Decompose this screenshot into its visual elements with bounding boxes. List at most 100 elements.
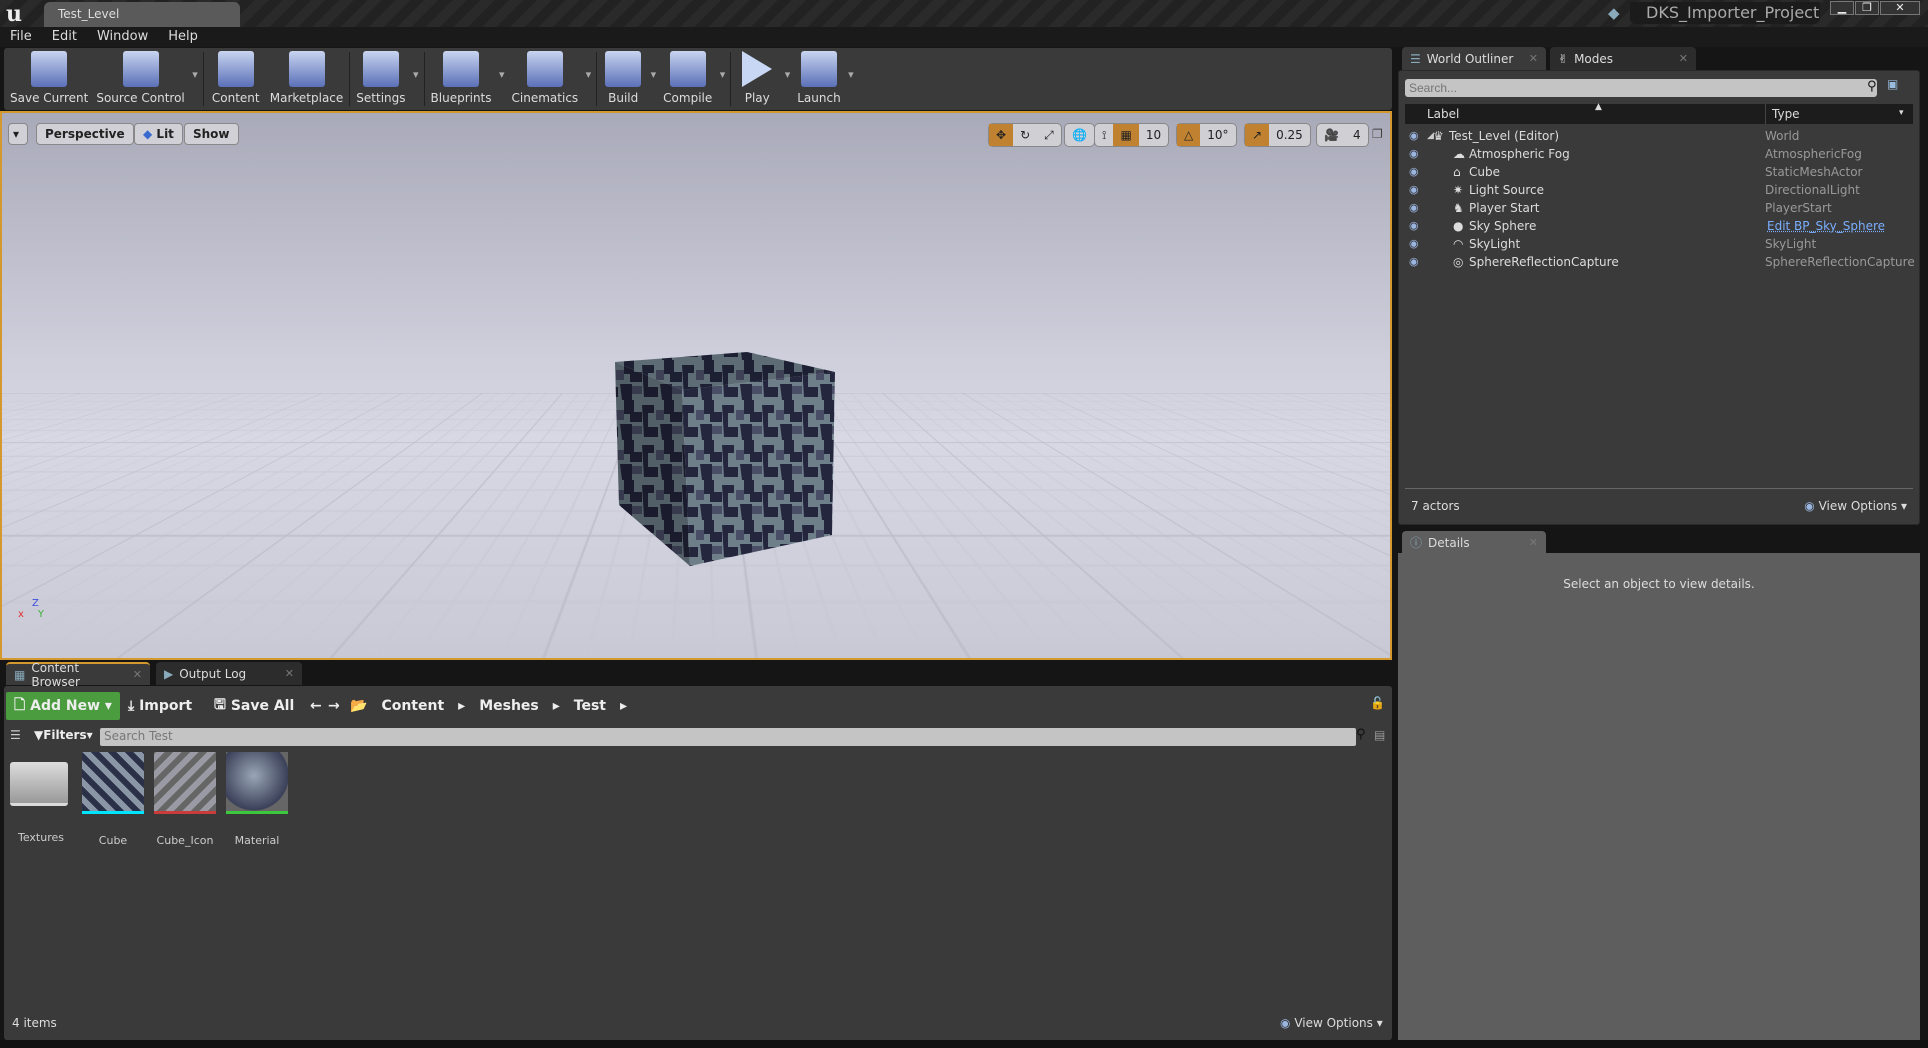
asset-tile[interactable]: Textures <box>10 752 70 844</box>
viewport-options-button[interactable]: ▾ <box>8 123 28 145</box>
outliner-row[interactable]: ◉ ✷ Light Source DirectionalLight <box>1405 183 1913 201</box>
camera-speed[interactable]: 🎥 4 <box>1316 123 1369 147</box>
menu-file[interactable]: File <box>0 27 42 47</box>
world-outliner: ⚲ ▣ Label ▲ Type ▾ ◉◢♛Test_Level (Editor… <box>1398 70 1920 525</box>
compile-button[interactable]: Compile <box>659 48 728 110</box>
view-options-button[interactable]: ◉ View Options ▾ <box>1804 499 1907 513</box>
close-button[interactable]: ✕ <box>1880 1 1920 15</box>
visibility-eye-icon[interactable]: ◉ <box>1409 255 1419 268</box>
translate-icon[interactable]: ✥ <box>989 124 1014 146</box>
asset-tile[interactable]: Material <box>226 752 288 847</box>
scale-snap-value[interactable]: 0.25 <box>1269 124 1310 146</box>
surface-snap-icon[interactable]: ⟟ <box>1095 124 1113 146</box>
menu-window[interactable]: Window <box>87 27 158 47</box>
close-icon[interactable]: ✕ <box>133 668 142 681</box>
rotation-snap-value[interactable]: 10° <box>1200 124 1235 146</box>
lit-button[interactable]: ◆ Lit <box>134 123 183 145</box>
breadcrumb-test[interactable]: Test <box>574 698 606 714</box>
asset-tile[interactable]: Cube_Icon <box>154 752 216 847</box>
visibility-eye-icon[interactable]: ◉ <box>1409 129 1419 142</box>
scale-icon[interactable]: ⤢ <box>1037 124 1061 146</box>
outliner-row[interactable]: ◉ ◠ SkyLight SkyLight <box>1405 237 1913 255</box>
breadcrumb-separator[interactable]: ▸ <box>553 698 560 714</box>
level-tab[interactable]: Test_Level <box>44 2 240 27</box>
build-button[interactable]: Build <box>599 48 659 110</box>
lock-icon[interactable]: 🔓 <box>1370 696 1385 710</box>
build-icon <box>605 51 642 87</box>
outliner-row[interactable]: ◉ ☁ Atmospheric Fog AtmosphericFog <box>1405 147 1913 165</box>
visibility-eye-icon[interactable]: ◉ <box>1409 165 1419 178</box>
details-empty-message: Select an object to view details. <box>1563 577 1755 591</box>
maximize-button[interactable]: ❐ <box>1855 1 1879 15</box>
breadcrumb-meshes[interactable]: Meshes <box>479 698 539 714</box>
content-search-input[interactable]: Search Test <box>100 728 1356 746</box>
level-viewport[interactable]: ▾ Perspective ◆ Lit Show ✥ ↻ ⤢ 🌐 ⟟ ▦ 10 … <box>0 111 1392 660</box>
view-options-button[interactable]: ◉ View Options ▾ <box>1280 1016 1383 1030</box>
save-current-button[interactable]: Save Current <box>6 48 92 110</box>
content-browser: 🗋 Add New ▾ ⤓ Import 🖫 Save All ← → 📂 Co… <box>4 686 1392 1040</box>
world-local-toggle[interactable]: 🌐 <box>1064 123 1095 147</box>
filters-button[interactable]: ▼Filters▾ <box>34 728 93 742</box>
visibility-eye-icon[interactable]: ◉ <box>1409 219 1419 232</box>
menu-help[interactable]: Help <box>158 27 208 47</box>
outliner-row[interactable]: ◉ ◢ ♛ Test_Level (Editor) World <box>1405 129 1913 147</box>
source-control-button[interactable]: Source Control <box>92 48 200 110</box>
visibility-eye-icon[interactable]: ◉ <box>1409 183 1419 196</box>
rotate-icon[interactable]: ↻ <box>1013 124 1037 146</box>
visibility-eye-icon[interactable]: ◉ <box>1409 147 1419 160</box>
asset-tile[interactable]: Cube <box>82 752 144 847</box>
outliner-row[interactable]: ◉ ♞ Player Start PlayerStart <box>1405 201 1913 219</box>
scale-snap-icon[interactable]: ↗ <box>1245 124 1270 146</box>
maximize-viewport-icon[interactable]: ❐ <box>1372 127 1383 141</box>
rotation-snap: △ 10° <box>1176 123 1237 147</box>
search-icon[interactable]: ⚲ <box>1867 79 1877 94</box>
sources-toggle-icon[interactable]: ☰ <box>10 728 21 742</box>
cinematics-button[interactable]: Cinematics <box>508 48 595 110</box>
tab-modes[interactable]: ✌ Modes ✕ <box>1550 47 1696 70</box>
column-type[interactable]: Type <box>1765 104 1806 124</box>
add-folder-icon[interactable]: ▣ <box>1887 77 1898 91</box>
grid-snap-value[interactable]: 10 <box>1139 124 1168 146</box>
visibility-eye-icon[interactable]: ◉ <box>1409 201 1419 214</box>
tab-output-log[interactable]: ▶ Output Log ✕ <box>156 662 302 685</box>
settings-button[interactable]: Settings <box>352 48 421 110</box>
column-options-icon[interactable]: ▾ <box>1899 108 1904 118</box>
save-all-button[interactable]: 🖫 Save All <box>206 692 302 720</box>
forward-button[interactable]: → <box>320 692 348 720</box>
blueprints-button[interactable]: Blueprints <box>427 48 508 110</box>
add-new-button[interactable]: 🗋 Add New ▾ <box>6 692 120 720</box>
breadcrumb-separator[interactable]: ▸ <box>458 698 465 714</box>
edit-blueprint-link[interactable]: Edit BP_Sky_Sphere <box>1767 219 1885 233</box>
launch-button[interactable]: Launch <box>793 48 856 110</box>
close-icon[interactable]: ✕ <box>1529 536 1538 549</box>
tab-world-outliner[interactable]: ☰ World Outliner ✕ <box>1402 47 1546 70</box>
outliner-row[interactable]: ◉ ⌂ Cube StaticMeshActor <box>1405 165 1913 183</box>
column-label[interactable]: Label <box>1427 107 1459 121</box>
close-icon[interactable]: ✕ <box>1529 52 1538 65</box>
marketplace-button[interactable]: Marketplace <box>266 48 348 110</box>
search-icon[interactable]: ⚲ <box>1356 727 1366 742</box>
save-search-icon[interactable]: ▤ <box>1374 728 1385 742</box>
play-button[interactable]: Play <box>733 48 793 110</box>
tab-details[interactable]: ⓘ Details ✕ <box>1402 531 1546 554</box>
grid-icon[interactable]: ▦ <box>1113 124 1139 146</box>
import-button[interactable]: ⤓ Import <box>120 692 200 720</box>
perspective-button[interactable]: Perspective <box>36 123 134 145</box>
angle-icon[interactable]: △ <box>1177 124 1201 146</box>
outliner-row[interactable]: ◉ ● Sky Sphere Edit BP_Sky_Sphere <box>1405 219 1913 237</box>
content-button[interactable]: Content <box>206 48 266 110</box>
close-icon[interactable]: ✕ <box>285 667 294 680</box>
show-button[interactable]: Show <box>184 123 239 145</box>
menu-edit[interactable]: Edit <box>42 27 87 47</box>
camera-icon: 🎥 <box>1324 128 1339 142</box>
minimize-button[interactable]: ▁ <box>1830 1 1854 15</box>
close-icon[interactable]: ✕ <box>1679 52 1688 65</box>
outliner-search-input[interactable] <box>1405 79 1877 97</box>
cube-mesh[interactable] <box>2 113 1392 660</box>
visibility-eye-icon[interactable]: ◉ <box>1409 237 1419 250</box>
breadcrumb-separator[interactable]: ▸ <box>620 698 627 714</box>
unreal-logo[interactable]: u <box>6 1 22 27</box>
outliner-row[interactable]: ◉ ◎ SphereReflectionCapture SphereReflectio… <box>1405 255 1915 273</box>
tab-content-browser[interactable]: ▦ Content Browser ✕ <box>6 661 150 689</box>
breadcrumb-content[interactable]: Content <box>381 698 444 714</box>
